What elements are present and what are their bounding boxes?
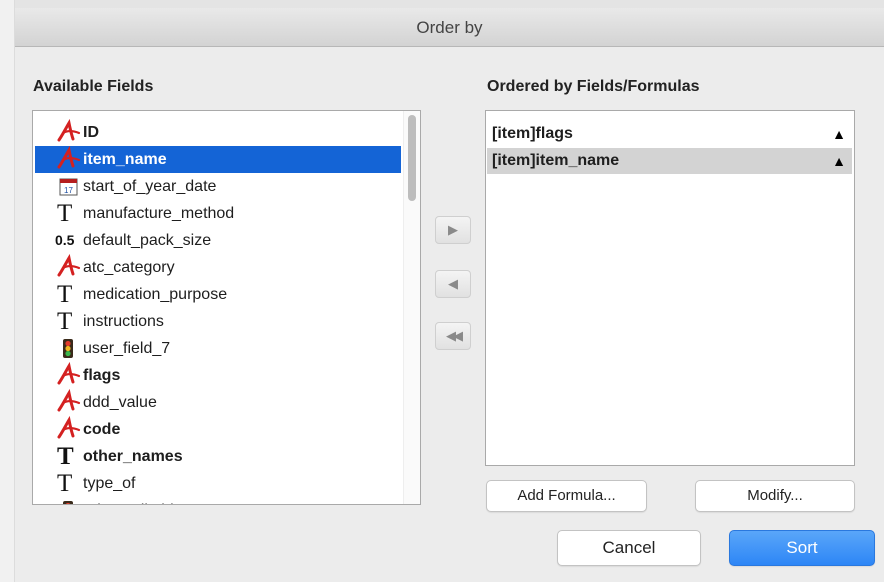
text-t-icon: T bbox=[57, 443, 74, 470]
sort-ascending-triangle-icon[interactable]: ▲ bbox=[832, 121, 846, 147]
field-row[interactable]: item_name bbox=[35, 145, 401, 173]
add-formula-button[interactable]: Add Formula... bbox=[486, 480, 647, 512]
field-row[interactable]: price_editable bbox=[35, 497, 401, 504]
calendar-icon: 17 bbox=[57, 173, 81, 200]
sort-ascending-triangle-icon[interactable]: ▲ bbox=[832, 148, 846, 174]
field-label: start_of_year_date bbox=[83, 178, 217, 195]
ordered-field-label: [item]item_name bbox=[492, 152, 620, 169]
order-by-dialog: Order by Available Fields Ordered by Fie… bbox=[15, 8, 884, 582]
red-script-a-icon bbox=[57, 118, 81, 146]
field-row[interactable]: Tmanufacture_method bbox=[35, 200, 401, 227]
available-fields-label: Available Fields bbox=[33, 78, 154, 95]
text-t-icon: T bbox=[57, 308, 73, 335]
field-row[interactable]: ddd_value bbox=[35, 388, 401, 416]
field-label: type_of bbox=[83, 475, 136, 492]
field-label: instructions bbox=[83, 313, 164, 330]
field-row[interactable]: user_field_7 bbox=[35, 335, 401, 362]
field-label: other_names bbox=[83, 448, 183, 465]
ordered-fields-list[interactable]: [item]flags ▲ [item]item_name ▲ bbox=[485, 110, 855, 466]
number-icon: 0.5 bbox=[55, 232, 75, 248]
field-row[interactable]: ID bbox=[35, 118, 401, 146]
field-label: code bbox=[83, 421, 121, 438]
dialog-title: Order by bbox=[15, 8, 884, 47]
field-label: user_field_7 bbox=[83, 340, 171, 357]
field-row[interactable]: Ttype_of bbox=[35, 470, 401, 497]
field-label: atc_category bbox=[83, 259, 175, 276]
background-window-side bbox=[0, 0, 15, 582]
cancel-button[interactable]: Cancel bbox=[557, 530, 701, 566]
sort-button[interactable]: Sort bbox=[729, 530, 875, 566]
text-t-icon: T bbox=[57, 200, 73, 227]
field-row[interactable]: 17 start_of_year_date bbox=[35, 173, 401, 200]
ordered-fields-label: Ordered by Fields/Formulas bbox=[487, 78, 700, 95]
field-row[interactable]: atc_category bbox=[35, 253, 401, 281]
red-script-a-icon bbox=[57, 361, 81, 389]
red-script-a-icon bbox=[57, 253, 81, 281]
field-label: item_name bbox=[83, 151, 167, 168]
field-label: medication_purpose bbox=[83, 286, 228, 303]
red-script-a-icon bbox=[57, 388, 81, 416]
remove-field-button[interactable]: ◀ bbox=[435, 270, 471, 298]
background-window-edge bbox=[0, 0, 884, 8]
double-arrow-left-icon: ◀◀ bbox=[446, 328, 463, 343]
field-row[interactable]: 0.5 default_pack_size bbox=[35, 227, 401, 254]
field-label: default_pack_size bbox=[83, 232, 212, 249]
add-field-button[interactable]: ▶ bbox=[435, 216, 471, 244]
arrow-left-icon: ◀ bbox=[448, 276, 458, 291]
text-t-icon: T bbox=[57, 470, 73, 497]
ordered-field-row[interactable]: [item]item_name ▲ bbox=[487, 148, 852, 174]
field-row[interactable]: Tother_names bbox=[35, 443, 401, 470]
remove-all-fields-button[interactable]: ◀◀ bbox=[435, 322, 471, 350]
arrow-right-icon: ▶ bbox=[448, 222, 458, 237]
field-row[interactable]: Tinstructions bbox=[35, 308, 401, 335]
field-row[interactable]: Tmedication_purpose bbox=[35, 281, 401, 308]
traffic-light-icon bbox=[57, 497, 81, 504]
ordered-field-label: [item]flags bbox=[492, 125, 573, 142]
field-row[interactable]: flags bbox=[35, 361, 401, 389]
field-label: manufacture_method bbox=[83, 205, 235, 222]
red-script-a-icon bbox=[57, 415, 81, 443]
field-label: ddd_value bbox=[83, 394, 157, 411]
scrollbar-thumb[interactable] bbox=[408, 115, 416, 201]
ordered-field-row[interactable]: [item]flags ▲ bbox=[487, 121, 852, 147]
available-fields-list[interactable]: ID item_name 17 start_of_year_date Tmanufact… bbox=[32, 110, 421, 505]
red-script-a-icon bbox=[57, 145, 81, 173]
field-row[interactable]: code bbox=[35, 415, 401, 443]
field-label: ID bbox=[83, 124, 99, 141]
calendar-day-text: 17 bbox=[64, 186, 73, 195]
available-fields-scrollbar[interactable] bbox=[403, 111, 420, 504]
field-label: flags bbox=[83, 367, 121, 384]
traffic-light-icon bbox=[57, 335, 81, 362]
field-label: price_editable bbox=[83, 497, 183, 504]
text-t-icon: T bbox=[57, 281, 73, 308]
modify-button[interactable]: Modify... bbox=[695, 480, 855, 512]
